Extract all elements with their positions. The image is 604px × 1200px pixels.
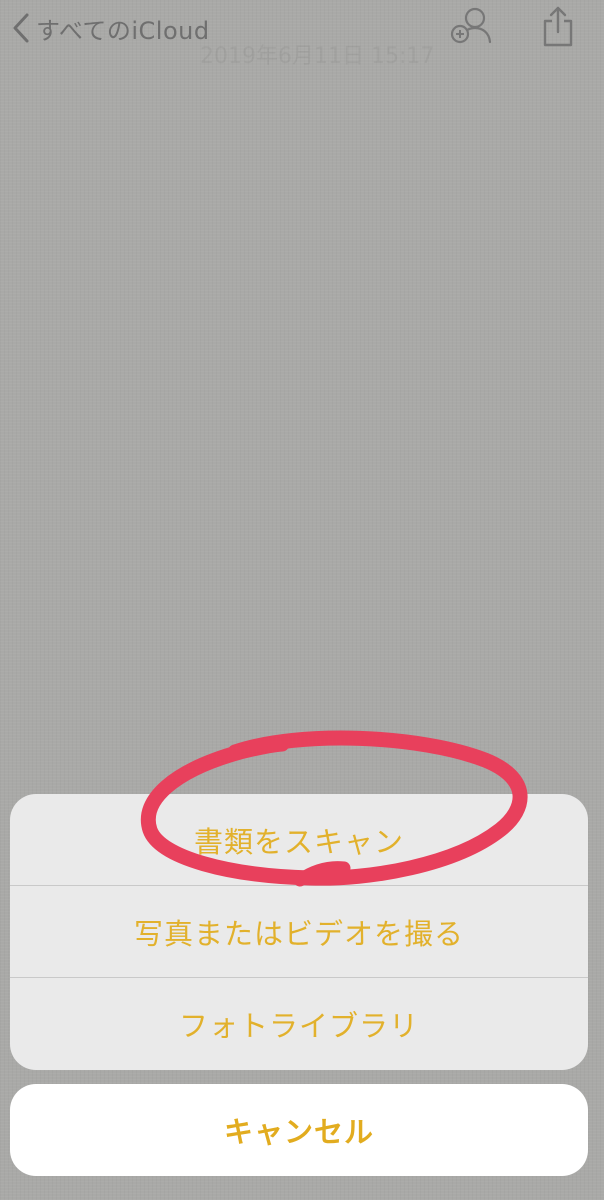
- note-date-faint: 2019年6月11日 15:17: [200, 44, 435, 69]
- action-sheet: 書類をスキャン 写真またはビデオを撮る フォトライブラリ: [10, 794, 588, 1070]
- add-person-icon: [448, 4, 496, 52]
- cancel-label: キャンセル: [223, 1115, 374, 1149]
- scan-documents-label: 書類をスキャン: [193, 824, 404, 859]
- scan-documents-button[interactable]: 書類をスキャン: [10, 794, 588, 885]
- back-button[interactable]: すべてのiCloud: [8, 8, 210, 48]
- photo-library-button[interactable]: フォトライブラリ: [10, 977, 588, 1069]
- navigation-bar: すべてのiCloud 2019年6月11日 15:17: [0, 0, 604, 69]
- take-photo-or-video-button[interactable]: 写真またはビデオを撮る: [10, 885, 588, 977]
- photo-library-label: フォトライブラリ: [178, 1008, 419, 1043]
- share-icon: [540, 4, 576, 52]
- share-button[interactable]: [536, 4, 580, 52]
- chevron-left-icon: [8, 10, 34, 46]
- cancel-button[interactable]: キャンセル: [10, 1084, 588, 1176]
- notes-screen: すべてのiCloud 2019年6月11日 15:17 書類をスキャン 写真また…: [0, 0, 604, 1200]
- take-photo-or-video-label: 写真またはビデオを撮る: [133, 916, 464, 951]
- add-person-button[interactable]: [448, 6, 496, 50]
- back-label: すべてのiCloud: [36, 16, 210, 45]
